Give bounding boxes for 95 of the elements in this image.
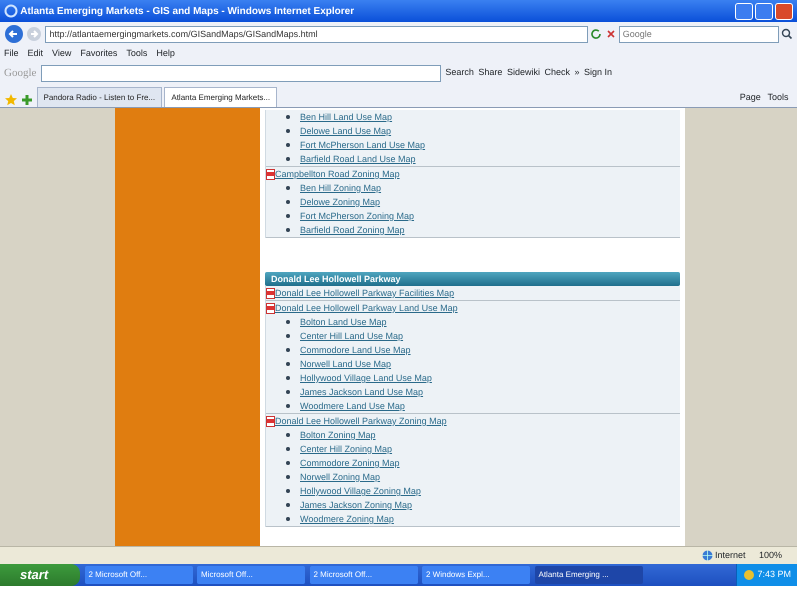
pdf-icon bbox=[266, 288, 275, 298]
link[interactable]: Barfield Road Zoning Map bbox=[300, 223, 405, 237]
link[interactable]: James Jackson Zoning Map bbox=[300, 498, 412, 512]
address-field[interactable]: http://atlantaemergingmarkets.com/GISandMaps/GISandMaps.html bbox=[44, 26, 588, 42]
zoom-level[interactable]: 100% bbox=[758, 548, 782, 562]
link[interactable]: Bolton Land Use Map bbox=[300, 315, 387, 329]
browser-icon bbox=[4, 4, 18, 18]
link[interactable]: Center Hill Land Use Map bbox=[300, 329, 404, 343]
link[interactable]: Barfield Road Land Use Map bbox=[300, 152, 416, 166]
command-button[interactable]: Page bbox=[740, 87, 761, 107]
link[interactable]: Campbellton Road Zoning Map bbox=[275, 167, 400, 181]
link[interactable]: Fort McPherson Land Use Map bbox=[300, 138, 426, 152]
window-title: Atlanta Emerging Markets - GIS and Maps - Windows Internet Explorer bbox=[20, 4, 356, 18]
bullet-icon bbox=[286, 433, 290, 437]
bullet-icon bbox=[286, 157, 290, 161]
search-field[interactable]: Google bbox=[618, 26, 779, 42]
bullet-icon bbox=[286, 186, 290, 190]
browser-tab[interactable]: Pandora Radio - Listen to Fre... bbox=[36, 87, 162, 107]
bullet-icon bbox=[286, 489, 290, 493]
bullet-icon bbox=[286, 404, 290, 408]
bullet-icon bbox=[286, 334, 290, 338]
command-button[interactable]: Tools bbox=[767, 87, 788, 107]
search-icon[interactable] bbox=[781, 28, 793, 40]
menu-item[interactable]: Help bbox=[156, 47, 175, 61]
toolbar-button[interactable]: Search bbox=[445, 66, 474, 80]
link[interactable]: Commodore Zoning Map bbox=[300, 456, 400, 470]
link[interactable]: Hollywood Village Zoning Map bbox=[300, 484, 421, 498]
link[interactable]: Ben Hill Zoning Map bbox=[300, 181, 382, 195]
pdf-icon bbox=[266, 302, 275, 314]
menu-item[interactable]: Favorites bbox=[80, 47, 118, 61]
bullet-icon bbox=[286, 376, 290, 380]
star-icon[interactable] bbox=[4, 93, 18, 107]
bullet-icon bbox=[286, 390, 290, 394]
clock: 7:43 PM bbox=[757, 568, 791, 582]
bullet-icon bbox=[286, 503, 290, 507]
start-button[interactable]: start bbox=[0, 564, 80, 586]
close-button[interactable] bbox=[775, 2, 793, 20]
toolbar-button[interactable]: Share bbox=[478, 66, 502, 80]
link[interactable]: Center Hill Zoning Map bbox=[300, 442, 392, 456]
bullet-icon bbox=[286, 200, 290, 204]
bullet-icon bbox=[286, 475, 290, 479]
bullet-icon bbox=[286, 461, 290, 465]
add-favorites-icon[interactable] bbox=[20, 93, 34, 107]
back-icon[interactable] bbox=[4, 24, 24, 44]
bullet-icon bbox=[286, 214, 290, 218]
link[interactable]: Commodore Land Use Map bbox=[300, 343, 411, 357]
link[interactable]: Norwell Land Use Map bbox=[300, 357, 392, 371]
bullet-icon bbox=[286, 362, 290, 366]
bullet-icon bbox=[286, 517, 290, 521]
link[interactable]: Bolton Zoning Map bbox=[300, 428, 376, 442]
toolbar-button[interactable]: Check bbox=[544, 66, 570, 80]
bullet-icon bbox=[286, 115, 290, 119]
close-icon[interactable] bbox=[604, 28, 616, 40]
taskbar-button[interactable]: 2 Microsoft Off... bbox=[84, 566, 192, 584]
link[interactable]: Delowe Land Use Map bbox=[300, 124, 392, 138]
menu-item[interactable]: Tools bbox=[126, 47, 148, 61]
menu-item[interactable]: Edit bbox=[28, 47, 44, 61]
link[interactable]: Ben Hill Land Use Map bbox=[300, 110, 392, 124]
link[interactable]: Fort McPherson Zoning Map bbox=[300, 209, 414, 223]
toolbar-button[interactable]: Sidewiki bbox=[506, 66, 540, 80]
link[interactable]: Donald Lee Hollowell Parkway Zoning Map bbox=[275, 414, 447, 428]
taskbar-button[interactable]: 2 Windows Expl... bbox=[422, 566, 530, 584]
link[interactable]: Donald Lee Hollowell Parkway Land Use Map bbox=[275, 301, 458, 315]
bullet-icon bbox=[286, 129, 290, 133]
section-header: Donald Lee Hollowell Parkway bbox=[265, 272, 680, 286]
link[interactable]: Donald Lee Hollowell Parkway Facilities Map bbox=[275, 286, 454, 300]
bullet-icon bbox=[286, 143, 290, 147]
globe-icon bbox=[702, 550, 713, 561]
pdf-icon bbox=[266, 168, 275, 180]
link[interactable]: Woodmere Zoning Map bbox=[300, 512, 394, 526]
bullet-icon bbox=[286, 320, 290, 324]
google-logo: Google bbox=[4, 66, 36, 81]
zone-label: Internet bbox=[714, 548, 746, 562]
refresh-icon[interactable] bbox=[590, 28, 602, 40]
taskbar-button[interactable]: Microsoft Off... bbox=[197, 566, 305, 584]
toolbar-button[interactable]: Sign In bbox=[584, 66, 612, 80]
minimize-button[interactable] bbox=[734, 2, 752, 20]
link[interactable]: James Jackson Land Use Map bbox=[300, 385, 424, 399]
maximize-button[interactable] bbox=[754, 2, 773, 20]
link[interactable]: Woodmere Land Use Map bbox=[300, 399, 405, 413]
menu-item[interactable]: View bbox=[52, 47, 72, 61]
link[interactable]: Hollywood Village Land Use Map bbox=[300, 371, 432, 385]
toolbar-button[interactable]: » bbox=[574, 66, 580, 80]
link[interactable]: Norwell Zoning Map bbox=[300, 470, 380, 484]
link[interactable]: Delowe Zoning Map bbox=[300, 195, 380, 209]
taskbar-button[interactable]: Atlanta Emerging ... bbox=[534, 566, 642, 584]
tray-icon bbox=[743, 569, 756, 581]
toolbar-search-field[interactable] bbox=[40, 64, 441, 82]
pdf-icon bbox=[266, 416, 275, 426]
bullet-icon bbox=[286, 228, 290, 232]
taskbar-button[interactable]: 2 Microsoft Off... bbox=[310, 566, 418, 584]
bullet-icon bbox=[286, 348, 290, 352]
bullet-icon bbox=[286, 447, 290, 451]
browser-tab[interactable]: Atlanta Emerging Markets... bbox=[164, 87, 278, 107]
menu-item[interactable]: File bbox=[4, 47, 19, 61]
